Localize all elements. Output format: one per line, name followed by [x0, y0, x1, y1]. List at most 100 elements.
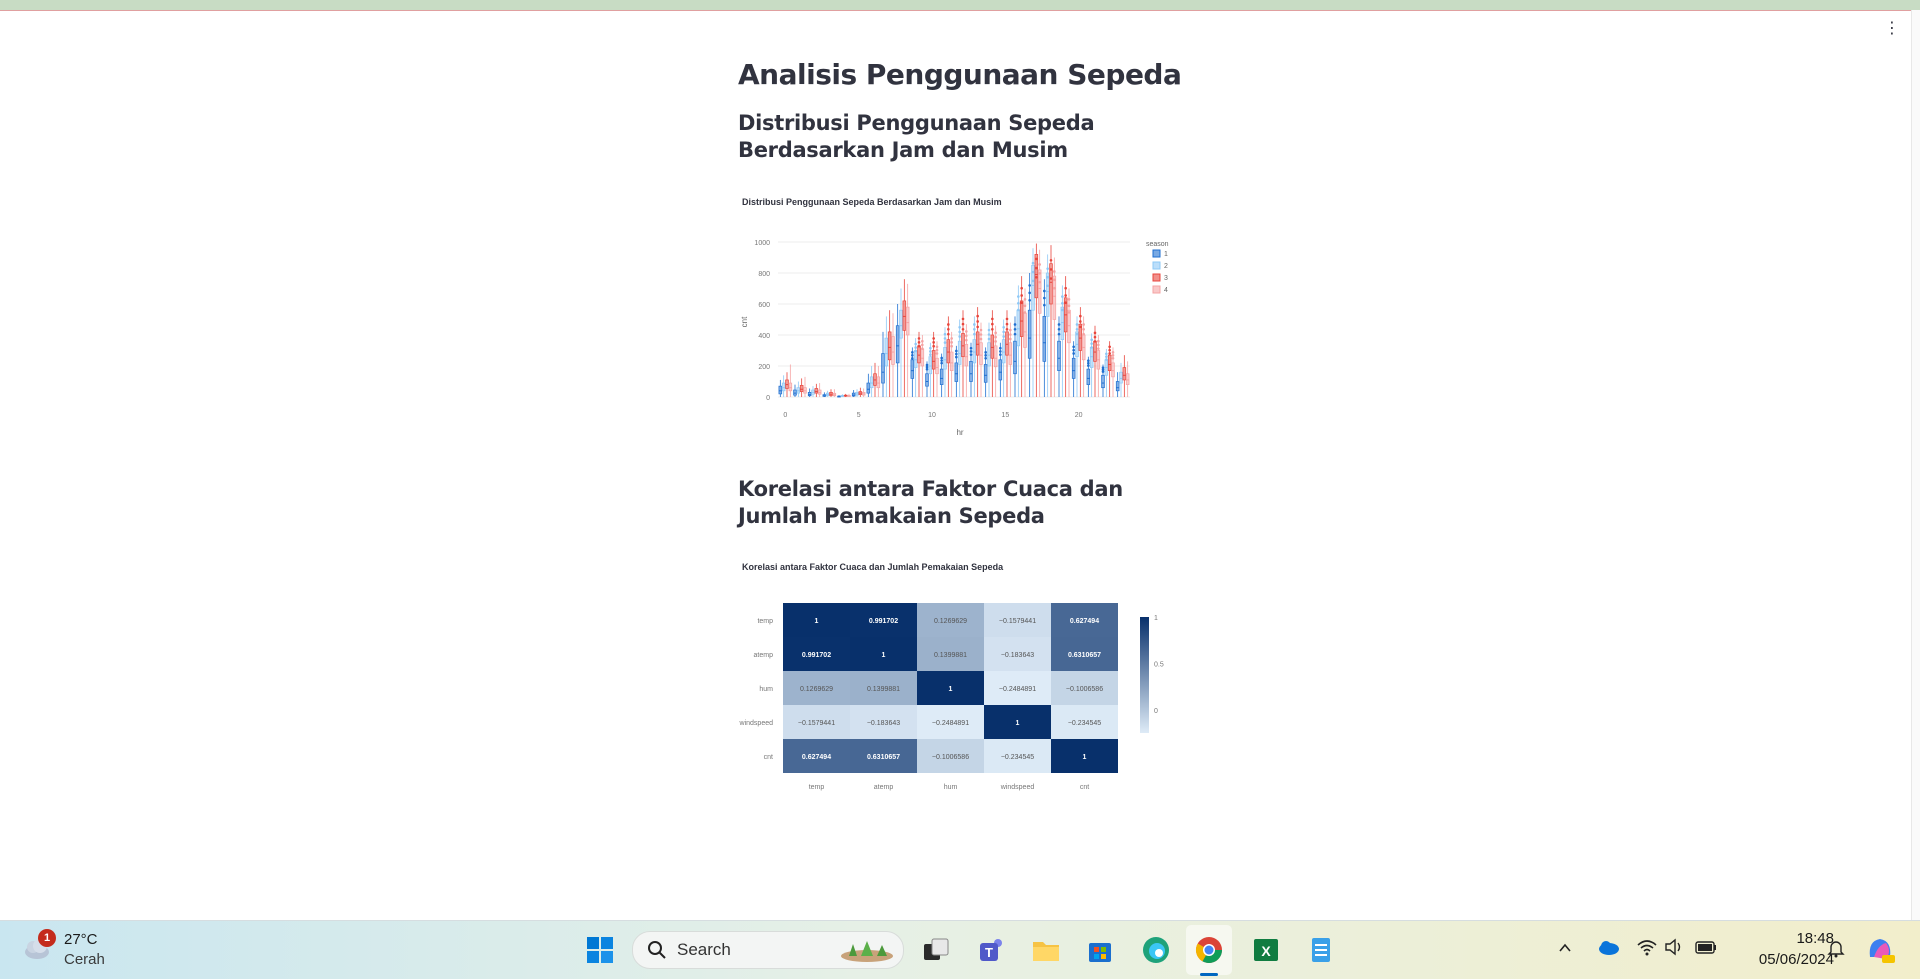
boxplot-box[interactable]: [1057, 316, 1061, 397]
boxplot-box[interactable]: [837, 395, 841, 398]
boxplot-box[interactable]: [778, 379, 783, 397]
boxplot-box[interactable]: [1078, 307, 1083, 397]
boxplot-box[interactable]: [964, 324, 969, 397]
notification-bell-icon[interactable]: [1826, 938, 1846, 958]
boxplot-box[interactable]: [954, 345, 959, 397]
boxplot-box[interactable]: [887, 310, 892, 397]
boxplot-box[interactable]: [1023, 288, 1027, 398]
boxplot-box[interactable]: [799, 378, 804, 397]
boxplot-box[interactable]: [1016, 285, 1021, 397]
boxplot-box[interactable]: [1089, 333, 1094, 397]
boxplot-box[interactable]: [891, 313, 895, 397]
boxplot-box[interactable]: [814, 383, 819, 397]
clock-date[interactable]: 05/06/2024: [1759, 951, 1834, 968]
boxplot-box[interactable]: [781, 375, 786, 397]
legend-swatch[interactable]: [1152, 285, 1161, 294]
boxplot-box[interactable]: [1081, 316, 1086, 397]
chrome-browser-icon[interactable]: [1193, 934, 1225, 966]
boxplot-box[interactable]: [817, 383, 822, 397]
boxplot-box[interactable]: [858, 387, 863, 397]
boxplot-box[interactable]: [1104, 348, 1109, 397]
boxplot-box[interactable]: [979, 322, 983, 397]
boxplot-box[interactable]: [1045, 254, 1050, 397]
boxplot-box[interactable]: [1115, 372, 1120, 397]
boxplot-box[interactable]: [840, 394, 845, 397]
volume-icon[interactable]: [1664, 938, 1686, 956]
boxplot-box[interactable]: [949, 331, 954, 397]
weather-temperature[interactable]: 27°C: [64, 931, 98, 948]
chevron-up-icon[interactable]: [1558, 941, 1572, 955]
boxplot-box[interactable]: [884, 316, 889, 397]
boxplot-box[interactable]: [796, 381, 801, 398]
weather-description[interactable]: Cerah: [64, 951, 105, 968]
boxplot-box[interactable]: [807, 388, 812, 397]
boxplot-box[interactable]: [1093, 325, 1097, 397]
boxplot-box[interactable]: [1052, 257, 1057, 398]
boxplot-box[interactable]: [895, 304, 900, 397]
boxplot-box[interactable]: [925, 361, 929, 397]
boxplot-box[interactable]: [905, 283, 910, 397]
boxplot-box[interactable]: [993, 325, 998, 397]
boxplot-box[interactable]: [829, 389, 833, 397]
copilot-icon[interactable]: [1864, 933, 1896, 965]
boxplot-box[interactable]: [1031, 248, 1035, 397]
boxplot-box[interactable]: [899, 288, 903, 398]
boxplot-box[interactable]: [946, 316, 951, 397]
boxplot-box[interactable]: [1086, 356, 1091, 397]
boxplot-chart[interactable]: Distribusi Penggunaan Sepeda Berdasarkan…: [738, 190, 1178, 455]
page-scrollbar[interactable]: [1911, 10, 1920, 920]
boxplot-box[interactable]: [913, 338, 918, 397]
boxplot-box[interactable]: [811, 386, 815, 397]
boxplot-box[interactable]: [975, 307, 980, 397]
boxplot-box[interactable]: [961, 310, 965, 397]
boxplot-box[interactable]: [851, 390, 856, 397]
taskbar-search-box[interactable]: Search: [632, 931, 904, 969]
boxplot-box[interactable]: [987, 322, 991, 397]
heatmap-chart[interactable]: Korelasi antara Faktor Cuaca dan Jumlah …: [738, 555, 1178, 810]
boxplot-box[interactable]: [939, 353, 944, 397]
boxplot-box[interactable]: [990, 310, 995, 397]
boxplot-box[interactable]: [1101, 364, 1105, 397]
boxplot-box[interactable]: [943, 327, 947, 397]
boxplot-box[interactable]: [866, 373, 871, 397]
boxplot-box[interactable]: [969, 342, 973, 397]
wifi-icon[interactable]: [1636, 938, 1658, 956]
onedrive-cloud-icon[interactable]: [1596, 938, 1620, 956]
microsoft-store-icon[interactable]: [1084, 934, 1116, 966]
boxplot-box[interactable]: [1063, 276, 1068, 397]
main-menu-icon[interactable]: ⋮: [1884, 21, 1900, 37]
boxplot-box[interactable]: [788, 364, 793, 397]
boxplot-box[interactable]: [1005, 310, 1009, 397]
boxplot-box[interactable]: [1067, 288, 1071, 398]
boxplot-box[interactable]: [1125, 361, 1130, 397]
edge-browser-icon[interactable]: [1140, 934, 1172, 966]
teams-icon[interactable]: T: [976, 934, 1008, 966]
boxplot-box[interactable]: [1060, 285, 1065, 397]
boxplot-box[interactable]: [928, 342, 933, 397]
boxplot-box[interactable]: [1049, 245, 1053, 397]
excel-icon[interactable]: X: [1250, 934, 1282, 966]
boxplot-box[interactable]: [910, 347, 915, 397]
boxplot-box[interactable]: [1019, 276, 1024, 397]
boxplot-box[interactable]: [902, 279, 907, 397]
boxplot-box[interactable]: [1107, 341, 1112, 397]
battery-charging-icon[interactable]: [1694, 938, 1718, 956]
file-explorer-icon[interactable]: [1030, 934, 1062, 966]
boxplot-box[interactable]: [935, 341, 939, 397]
legend-swatch[interactable]: [1152, 249, 1161, 258]
boxplot-box[interactable]: [957, 319, 962, 398]
boxplot-box[interactable]: [1001, 319, 1006, 398]
boxplot-box[interactable]: [1111, 347, 1115, 397]
boxplot-box[interactable]: [972, 316, 977, 397]
notepad-icon[interactable]: [1305, 934, 1337, 966]
boxplot-box[interactable]: [1034, 243, 1039, 397]
boxplot-box[interactable]: [869, 366, 874, 397]
boxplot-box[interactable]: [1071, 341, 1076, 397]
boxplot-box[interactable]: [1096, 335, 1101, 397]
boxplot-box[interactable]: [1037, 249, 1042, 397]
boxplot-box[interactable]: [1008, 322, 1013, 397]
boxplot-box[interactable]: [920, 335, 925, 397]
boxplot-box[interactable]: [931, 331, 936, 397]
boxplot-box[interactable]: [803, 376, 807, 397]
boxplot-box[interactable]: [825, 390, 830, 397]
